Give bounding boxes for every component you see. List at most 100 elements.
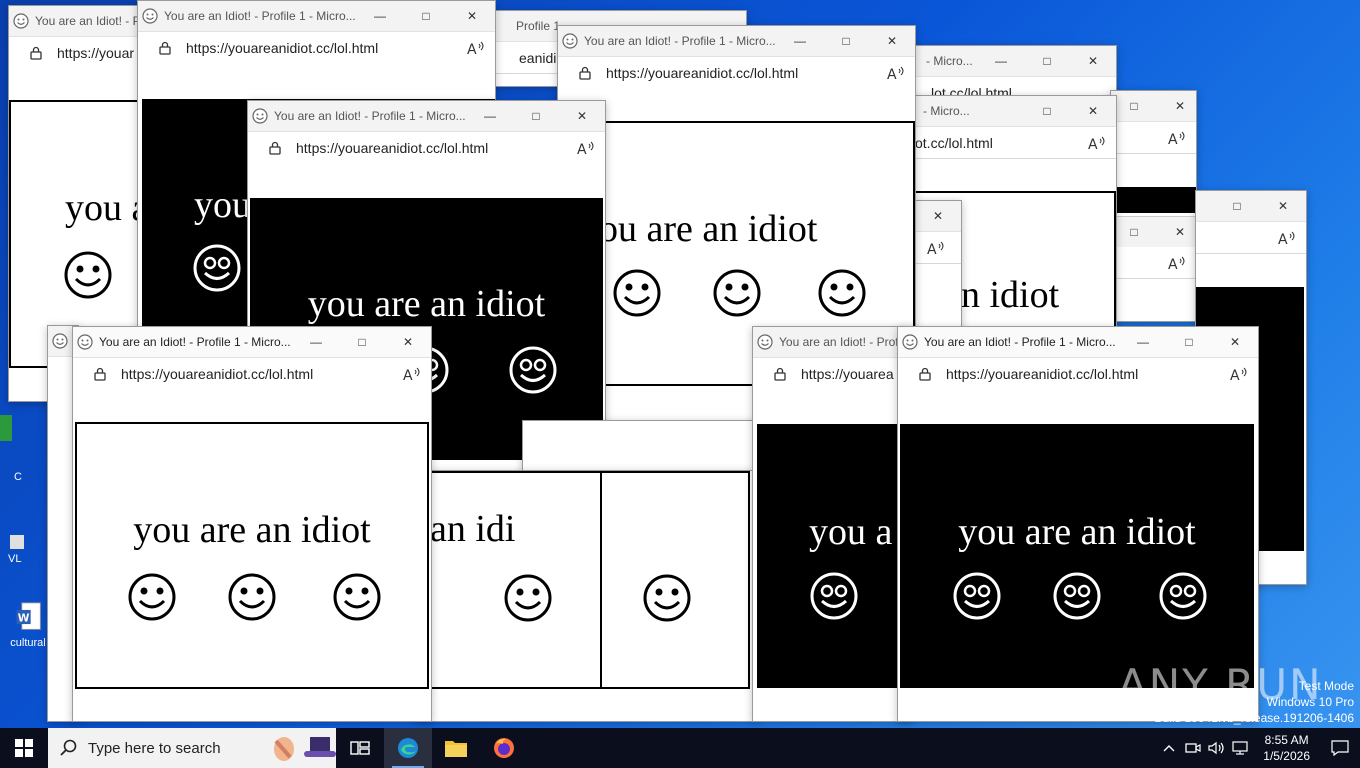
- desktop-icon-vlc[interactable]: VL: [0, 535, 40, 565]
- title-bar[interactable]: You are an Idiot! - Prof: [753, 327, 913, 358]
- maximize-button[interactable]: □: [823, 26, 869, 56]
- address-bar[interactable]: https://youareanidiot.cc/lol.html: [138, 32, 495, 64]
- url-text[interactable]: https://youareanidiot.cc/lol.html: [186, 40, 467, 56]
- browser-window-7[interactable]: ✕: [912, 200, 962, 332]
- title-bar[interactable]: □ ✕: [1111, 216, 1196, 248]
- page-content: you are an idiot: [73, 389, 431, 721]
- read-aloud-icon[interactable]: [1088, 135, 1106, 151]
- browser-window-14[interactable]: You are an Idiot! - Profile 1 - Micro...…: [72, 326, 432, 722]
- address-bar[interactable]: https://youareanidiot.cc/lol.html: [248, 132, 605, 164]
- action-center-button[interactable]: [1320, 728, 1360, 768]
- close-button[interactable]: ✕: [1070, 96, 1116, 126]
- maximize-button[interactable]: □: [1166, 327, 1212, 357]
- lock-icon: [29, 46, 43, 60]
- svg-text:W: W: [18, 612, 30, 624]
- browser-window-12[interactable]: an idi: [415, 470, 757, 722]
- window-title: You are an Idiot! - Profile 1 - Micro...: [584, 34, 776, 48]
- idiot-panel: [600, 471, 750, 689]
- minimize-button[interactable]: —: [467, 101, 513, 131]
- address-bar[interactable]: https://youarea: [753, 358, 913, 390]
- minimize-button[interactable]: —: [293, 327, 339, 357]
- close-button[interactable]: ✕: [1260, 191, 1306, 221]
- maximize-button[interactable]: □: [1214, 191, 1260, 221]
- url-text[interactable]: https://youareanidiot.cc/lol.html: [606, 65, 887, 81]
- title-bar[interactable]: ✕: [913, 201, 961, 232]
- close-button[interactable]: ✕: [449, 1, 495, 31]
- desktop-icon-c[interactable]: C: [0, 415, 40, 483]
- address-bar[interactable]: https://youareanidiot.cc/lol.html: [898, 358, 1258, 390]
- address-bar[interactable]: [1111, 247, 1196, 279]
- browser-window-15[interactable]: You are an Idiot! - Prof https://youarea…: [752, 326, 914, 722]
- tray-meet-now[interactable]: [1181, 728, 1205, 768]
- close-button[interactable]: ✕: [1157, 91, 1196, 121]
- maximize-button[interactable]: □: [1024, 46, 1070, 76]
- task-view-button[interactable]: [336, 728, 384, 768]
- address-bar[interactable]: ot.cc/lol.html: [911, 127, 1116, 159]
- close-button[interactable]: ✕: [915, 201, 961, 231]
- address-bar[interactable]: https://youareanidiot.cc/lol.html: [558, 57, 915, 89]
- idiot-panel: you are an idiot: [75, 422, 429, 689]
- close-button[interactable]: ✕: [1212, 327, 1258, 357]
- close-button[interactable]: ✕: [1157, 217, 1196, 247]
- maximize-button[interactable]: □: [403, 1, 449, 31]
- minimize-button[interactable]: —: [777, 26, 823, 56]
- title-bar[interactable]: - Micro... □ ✕: [911, 96, 1116, 127]
- title-bar[interactable]: You are an Idiot! - P: [9, 6, 154, 37]
- read-aloud-icon[interactable]: [1168, 130, 1186, 146]
- desktop-icon-label: cultural: [10, 637, 46, 649]
- title-bar[interactable]: You are an Idiot! - Profile 1 - Micro...…: [558, 26, 915, 57]
- read-aloud-icon[interactable]: [403, 366, 421, 382]
- taskbar-clock[interactable]: 8:55 AM 1/5/2026: [1253, 732, 1320, 764]
- address-bar[interactable]: https://youareanidiot.cc/lol.html: [73, 358, 431, 390]
- read-aloud-icon[interactable]: [467, 40, 485, 56]
- maximize-button[interactable]: □: [1111, 217, 1157, 247]
- smiley-face-icon: [642, 573, 692, 623]
- address-bar[interactable]: [913, 232, 961, 264]
- maximize-button[interactable]: □: [339, 327, 385, 357]
- title-bar[interactable]: □ ✕: [1196, 191, 1306, 222]
- close-button[interactable]: ✕: [1070, 46, 1116, 76]
- taskbar-firefox[interactable]: [480, 728, 528, 768]
- clock-time: 8:55 AM: [1264, 733, 1309, 747]
- tray-network[interactable]: [1229, 728, 1253, 768]
- title-bar[interactable]: You are an Idiot! - Profile 1 - Micro...…: [898, 327, 1258, 358]
- desktop-icon-word-doc[interactable]: W cultural: [4, 602, 52, 649]
- address-bar[interactable]: [1196, 222, 1306, 254]
- url-text[interactable]: https://youareanidiot.cc/lol.html: [946, 366, 1230, 382]
- title-bar[interactable]: You are an Idiot! - Profile 1 - Micro...…: [138, 1, 495, 32]
- minimize-button[interactable]: —: [1120, 327, 1166, 357]
- lock-icon: [578, 66, 592, 80]
- close-button[interactable]: ✕: [869, 26, 915, 56]
- show-hidden-icons-button[interactable]: [1157, 728, 1181, 768]
- read-aloud-icon[interactable]: [1168, 255, 1186, 271]
- maximize-button[interactable]: □: [1024, 96, 1070, 126]
- title-bar[interactable]: You are an Idiot! - Profile 1 - Micro...…: [248, 101, 605, 132]
- maximize-button[interactable]: □: [1111, 91, 1157, 121]
- window-title: You are an Idiot! - Profile 1 - Micro...: [274, 109, 466, 123]
- browser-window-4[interactable]: □ ✕ □ ✕: [1110, 90, 1197, 322]
- title-bar[interactable]: □ ✕: [1111, 91, 1196, 122]
- maximize-button[interactable]: □: [513, 101, 559, 131]
- read-aloud-icon[interactable]: [577, 140, 595, 156]
- clock-date: 1/5/2026: [1263, 749, 1310, 763]
- taskbar-file-explorer[interactable]: [432, 728, 480, 768]
- read-aloud-icon[interactable]: [927, 240, 945, 256]
- read-aloud-icon[interactable]: [1278, 230, 1296, 246]
- minimize-button[interactable]: —: [978, 46, 1024, 76]
- read-aloud-icon[interactable]: [887, 65, 905, 81]
- tray-volume[interactable]: [1205, 728, 1229, 768]
- address-bar[interactable]: [1111, 122, 1196, 154]
- taskbar-search-box[interactable]: Type here to search: [48, 728, 336, 768]
- minimize-button[interactable]: —: [357, 1, 403, 31]
- start-button[interactable]: [0, 728, 48, 768]
- address-bar[interactable]: https://youar: [9, 37, 154, 69]
- url-text[interactable]: ot.cc/lol.html: [911, 135, 1088, 151]
- title-bar[interactable]: - Micro... — □ ✕: [901, 46, 1116, 77]
- read-aloud-icon[interactable]: [1230, 366, 1248, 382]
- close-button[interactable]: ✕: [385, 327, 431, 357]
- url-text[interactable]: https://youareanidiot.cc/lol.html: [121, 366, 403, 382]
- taskbar-edge[interactable]: [384, 728, 432, 768]
- title-bar[interactable]: You are an Idiot! - Profile 1 - Micro...…: [73, 327, 431, 358]
- close-button[interactable]: ✕: [559, 101, 605, 131]
- url-text[interactable]: https://youareanidiot.cc/lol.html: [296, 140, 577, 156]
